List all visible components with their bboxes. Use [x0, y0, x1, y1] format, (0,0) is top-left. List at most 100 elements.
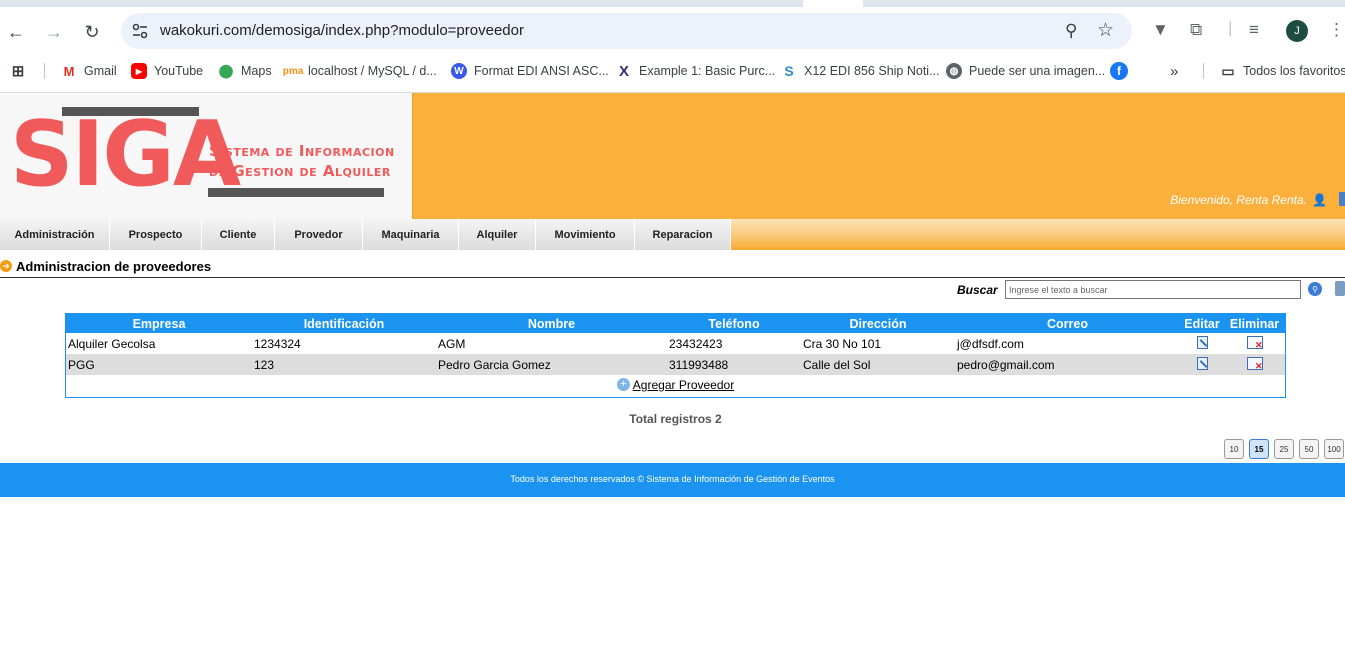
column-header-telefono[interactable]: Teléfono [667, 314, 801, 333]
s-icon: S [781, 63, 797, 79]
logo[interactable]: SIGA Sistema de Informacion de Gestion d… [0, 93, 413, 219]
bookmark-example[interactable]: X Example 1: Basic Purc... [616, 59, 775, 83]
cell-empresa: Alquiler Gecolsa [66, 333, 252, 354]
cell-eliminar [1224, 354, 1285, 375]
bookmark-phpmyadmin[interactable]: pma localhost / MySQL / d... [283, 59, 437, 83]
table-row: PGG 123 Pedro Garcia Gomez 311993488 Cal… [66, 354, 1285, 375]
add-provider-link[interactable]: Agregar Proveedor [633, 378, 734, 392]
bookmark-star-icon[interactable]: ☆ [1097, 19, 1114, 42]
table-row: Alquiler Gecolsa 1234324 AGM 23432423 Cr… [66, 333, 1285, 354]
edit-icon[interactable] [1196, 335, 1208, 349]
bookmarks-separator [44, 63, 45, 79]
cell-editar [1180, 354, 1224, 375]
bookmark-edi-format[interactable]: W Format EDI ANSI ASC... [451, 59, 609, 83]
gmail-icon: M [61, 63, 77, 79]
page-size-10[interactable]: 10 [1224, 439, 1244, 459]
maps-icon: ⬤ [218, 63, 234, 79]
cell-direccion: Calle del Sol [801, 354, 955, 375]
column-header-direccion[interactable]: Dirección [801, 314, 955, 333]
column-header-empresa[interactable]: Empresa [66, 314, 252, 333]
wordpress-icon: W [451, 63, 467, 79]
facebook-icon: f [1110, 62, 1128, 80]
cell-eliminar [1224, 333, 1285, 354]
cell-correo: pedro@gmail.com [955, 354, 1180, 375]
logo-subtitle: Sistema de Informacion de Gestion de Alq… [209, 141, 395, 181]
menu-item-administracion[interactable]: Administración [0, 219, 110, 250]
footer: Todos los derechos reservados © Sistema … [0, 463, 1345, 497]
zoom-icon[interactable]: ⚲ [1065, 21, 1077, 41]
logo-subtitle-line2: de Gestion de Alquiler [209, 162, 391, 180]
profile-avatar[interactable]: J [1286, 20, 1308, 42]
extension-v-icon[interactable]: ▼ [1152, 20, 1169, 40]
user-icon[interactable]: 👤 [1312, 193, 1327, 207]
search-input[interactable] [1005, 280, 1301, 299]
forward-icon[interactable]: → [42, 20, 66, 44]
toolbar-separator: | [1228, 18, 1233, 37]
menu-item-provedor[interactable]: Provedor [275, 219, 363, 250]
address-bar[interactable]: wakokuri.com/demosiga/index.php?modulo=p… [121, 13, 1132, 49]
menu-item-movimiento[interactable]: Movimiento [536, 219, 635, 250]
globe-icon: ◍ [946, 63, 962, 79]
tab-strip [0, 0, 1345, 7]
bookmarks-separator-2 [1203, 63, 1204, 79]
url-text[interactable]: wakokuri.com/demosiga/index.php?modulo=p… [160, 22, 524, 39]
logo-subtitle-line1: Sistema de Informacion [209, 142, 395, 160]
bookmark-youtube[interactable]: ▶ YouTube [131, 59, 203, 83]
bookmarks-bar: ⊞ M Gmail ▶ YouTube ⬤ Maps pma localhost / M… [0, 59, 1345, 83]
menu-item-prospecto[interactable]: Prospecto [110, 219, 202, 250]
cell-identificacion: 1234324 [252, 333, 436, 354]
page-size-100[interactable]: 100 [1324, 439, 1344, 459]
page-size-25[interactable]: 25 [1274, 439, 1294, 459]
total-records: Total registros 2 [629, 412, 722, 426]
cell-telefono: 23432423 [667, 333, 801, 354]
cell-editar [1180, 333, 1224, 354]
extensions-puzzle-icon[interactable]: ⧉ [1190, 20, 1202, 40]
column-header-correo[interactable]: Correo [955, 314, 1180, 333]
menu-item-reparacion[interactable]: Reparacion [635, 219, 731, 250]
apps-grid-icon[interactable]: ⊞ [10, 59, 33, 83]
logout-icon[interactable] [1339, 192, 1345, 206]
cell-identificacion: 123 [252, 354, 436, 375]
bookmark-x12[interactable]: S X12 EDI 856 Ship Noti... [781, 59, 940, 83]
main-menu-bar: Administración Prospecto Cliente Provedo… [0, 219, 1345, 250]
search-label: Buscar [957, 283, 998, 297]
page-size-selector: 10 15 25 50 100 [1224, 439, 1345, 459]
menu-item-alquiler[interactable]: Alquiler [459, 219, 536, 250]
column-header-eliminar: Eliminar [1224, 314, 1285, 333]
page-size-50[interactable]: 50 [1299, 439, 1319, 459]
folder-icon: ▭ [1221, 62, 1235, 79]
column-header-editar: Editar [1180, 314, 1224, 333]
bookmark-maps[interactable]: ⬤ Maps [218, 59, 272, 83]
reload-icon[interactable]: ↻ [80, 20, 104, 44]
menu-kebab-icon[interactable]: ⋮ [1328, 20, 1345, 40]
trash-icon[interactable] [1335, 281, 1345, 296]
edit-icon[interactable] [1196, 356, 1208, 370]
cell-nombre: AGM [436, 333, 667, 354]
menu-item-cliente[interactable]: Cliente [202, 219, 275, 250]
arrow-right-icon: ➜ [0, 260, 12, 272]
bookmark-imagen[interactable]: ◍ Puede ser una imagen... [946, 59, 1105, 83]
browser-chrome: ← → ↻ wakokuri.com/demosiga/index.php?mo… [0, 0, 1345, 93]
table-header-row: Empresa Identificación Nombre Teléfono D… [66, 314, 1285, 333]
section-header: ➜ Administracion de proveedores [0, 258, 1345, 278]
providers-table: Empresa Identificación Nombre Teléfono D… [65, 313, 1286, 398]
bookmark-gmail[interactable]: M Gmail [61, 59, 117, 83]
media-control-icon[interactable]: ≡ [1249, 20, 1259, 40]
add-icon[interactable]: + [616, 378, 630, 392]
back-icon[interactable]: ← [4, 20, 28, 44]
search-icon[interactable]: ⚲ [1308, 282, 1322, 296]
site-settings-icon[interactable] [131, 22, 149, 40]
delete-icon[interactable] [1246, 335, 1263, 351]
page-size-15[interactable]: 15 [1249, 439, 1269, 459]
column-header-nombre[interactable]: Nombre [436, 314, 667, 333]
column-header-identificacion[interactable]: Identificación [252, 314, 436, 333]
cell-telefono: 311993488 [667, 354, 801, 375]
cell-correo: j@dfsdf.com [955, 333, 1180, 354]
cell-nombre: Pedro Garcia Gomez [436, 354, 667, 375]
bookmark-facebook[interactable]: f [1110, 59, 1135, 83]
site-header: SIGA Sistema de Informacion de Gestion d… [0, 93, 1345, 219]
all-bookmarks-folder[interactable]: ▭ Todos los favoritos [1220, 59, 1345, 83]
bookmarks-overflow-icon[interactable]: » [1170, 59, 1178, 83]
menu-item-maquinaria[interactable]: Maquinaria [363, 219, 459, 250]
delete-icon[interactable] [1246, 356, 1263, 372]
